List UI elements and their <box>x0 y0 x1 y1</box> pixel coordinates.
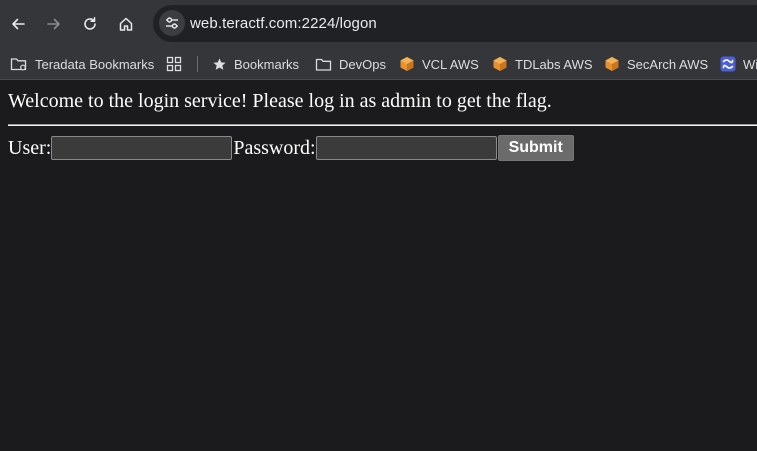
url-text[interactable]: web.teractf.com:2224/logon <box>190 15 377 32</box>
browser-toolbar: web.teractf.com:2224/logon <box>0 0 757 47</box>
forward-button[interactable] <box>41 11 67 37</box>
address-bar[interactable]: web.teractf.com:2224/logon <box>153 5 757 42</box>
bookmarks-bar: Teradata Bookmarks Bookmarks DevOps VCL … <box>0 47 757 80</box>
bookmark-wiki[interactable]: Wi <box>720 53 757 75</box>
password-input[interactable] <box>315 136 497 160</box>
site-info-button[interactable] <box>159 10 185 36</box>
bookmark-label: Teradata Bookmarks <box>35 56 155 72</box>
forward-arrow-icon <box>47 18 60 30</box>
folder-settings-icon <box>10 58 27 71</box>
aws-cube-icon <box>400 57 414 71</box>
horizontal-rule <box>8 124 757 126</box>
aws-cube-icon <box>605 57 619 71</box>
home-button[interactable] <box>113 11 139 37</box>
password-label: Password: <box>233 136 316 159</box>
back-arrow-icon <box>12 18 25 30</box>
home-icon <box>119 17 133 31</box>
bookmark-label: Wi <box>743 56 757 72</box>
bookmark-teradata-bookmarks[interactable]: Teradata Bookmarks <box>10 53 154 75</box>
bookmarks-separator <box>197 56 198 72</box>
bookmark-vcl-aws[interactable]: VCL AWS <box>399 53 479 75</box>
back-button[interactable] <box>5 11 31 37</box>
apps-grid-icon <box>166 56 182 72</box>
bookmark-tdlabs-aws[interactable]: TDLabs AWS <box>492 53 593 75</box>
bookmark-bookmarks[interactable]: Bookmarks <box>212 53 299 75</box>
bookmark-label: VCL AWS <box>422 56 479 72</box>
reload-button[interactable] <box>77 11 103 37</box>
tune-icon <box>166 17 178 29</box>
bookmark-label: Bookmarks <box>234 56 300 72</box>
bookmark-devops[interactable]: DevOps <box>315 53 386 75</box>
login-form: User: Password: Submit <box>8 135 574 161</box>
submit-button[interactable]: Submit <box>497 135 574 161</box>
bookmark-label: DevOps <box>339 56 386 72</box>
user-input[interactable] <box>51 136 233 160</box>
user-label: User: <box>8 136 52 159</box>
confluence-icon <box>720 56 736 72</box>
reload-icon <box>84 17 96 30</box>
bookmark-apps[interactable] <box>166 53 182 75</box>
star-icon <box>213 57 226 70</box>
browser-chrome: web.teractf.com:2224/logon Teradata Book… <box>0 0 757 80</box>
welcome-message: Welcome to the login service! Please log… <box>8 90 552 112</box>
bookmark-label: SecArch AWS <box>627 56 709 72</box>
bookmark-secarch-aws[interactable]: SecArch AWS <box>604 53 708 75</box>
folder-icon <box>315 58 332 71</box>
aws-cube-icon <box>493 57 507 71</box>
bookmark-label: TDLabs AWS <box>515 56 593 72</box>
